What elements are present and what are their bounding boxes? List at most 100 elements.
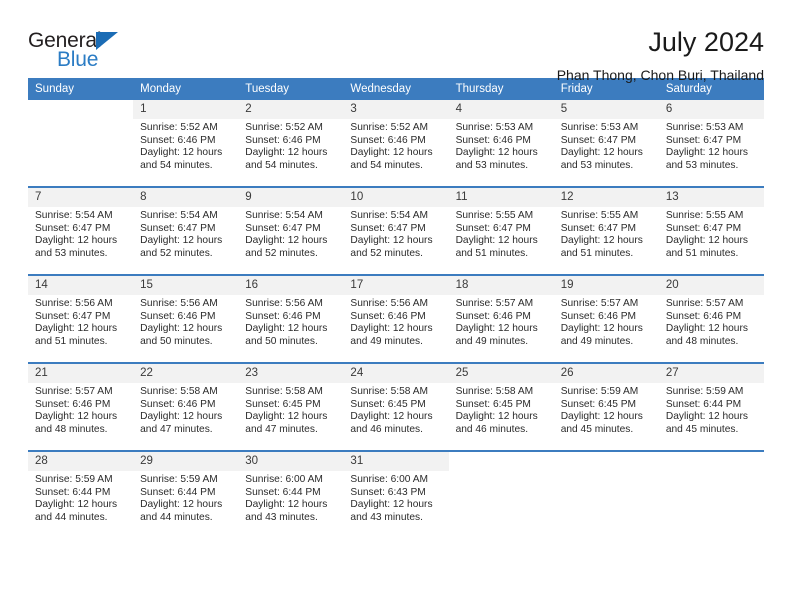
day-number: 4	[448, 100, 554, 119]
calendar-day-cell[interactable]: 3 Sunrise: 5:52 AM Sunset: 6:46 PM Daylight…	[343, 100, 449, 186]
day-number: 26	[553, 364, 659, 383]
sunrise-text: Sunrise: 6:00 AM	[245, 474, 323, 485]
day-number: 9	[238, 188, 344, 207]
calendar-empty-cell	[28, 100, 134, 186]
calendar-day-cell[interactable]: 11 Sunrise: 5:55 AM Sunset: 6:47 PM Dayligh…	[448, 188, 554, 274]
calendar-day-cell[interactable]: 8 Sunrise: 5:54 AM Sunset: 6:47 PM Daylight…	[133, 188, 239, 274]
daylight-text: Daylight: 12 hours and 53 minutes.	[455, 147, 538, 171]
day-details	[554, 471, 659, 538]
calendar-day-cell[interactable]: 5 Sunrise: 5:53 AM Sunset: 6:47 PM Daylight…	[553, 100, 659, 186]
day-number: 23	[238, 364, 344, 383]
calendar-day-cell[interactable]: 21 Sunrise: 5:57 AM Sunset: 6:46 PM Dayligh…	[28, 364, 134, 450]
daylight-text: Daylight: 12 hours and 49 minutes.	[455, 323, 538, 347]
day-number: 2	[238, 100, 344, 119]
sunset-text: Sunset: 6:46 PM	[140, 398, 216, 410]
calendar-day-cell[interactable]: 26 Sunrise: 5:59 AM Sunset: 6:45 PM Dayligh…	[553, 364, 659, 450]
day-details: Sunrise: 6:00 AM Sunset: 6:44 PM Daylight:…	[238, 471, 343, 538]
calendar-day-cell[interactable]: 27 Sunrise: 5:59 AM Sunset: 6:44 PM Dayligh…	[658, 364, 764, 450]
daylight-text: Daylight: 12 hours and 48 minutes.	[665, 323, 748, 347]
sunset-text: Sunset: 6:47 PM	[560, 222, 637, 234]
sunset-text: Sunset: 6:44 PM	[665, 398, 742, 410]
day-details: Sunrise: 6:00 AM Sunset: 6:43 PM Daylight:…	[343, 471, 448, 538]
daylight-text: Daylight: 12 hours and 52 minutes.	[245, 235, 328, 259]
day-details: Sunrise: 5:54 AM Sunset: 6:47 PM Daylight:…	[238, 207, 343, 274]
sunset-text: Sunset: 6:44 PM	[245, 486, 321, 498]
day-number: 1	[133, 100, 239, 119]
day-number: 15	[133, 276, 239, 295]
sunset-text: Sunset: 6:46 PM	[455, 134, 531, 146]
calendar-day-cell[interactable]: 17 Sunrise: 5:56 AM Sunset: 6:46 PM Dayligh…	[343, 276, 449, 362]
sunrise-text: Sunrise: 5:56 AM	[35, 298, 113, 309]
day-number: 16	[238, 276, 344, 295]
sunset-text: Sunset: 6:46 PM	[350, 134, 426, 146]
day-number: 18	[448, 276, 554, 295]
calendar-day-cell[interactable]: 30 Sunrise: 6:00 AM Sunset: 6:44 PM Dayligh…	[238, 452, 344, 538]
calendar-day-cell[interactable]: 2 Sunrise: 5:52 AM Sunset: 6:46 PM Daylight…	[238, 100, 344, 186]
sunrise-text: Sunrise: 5:54 AM	[35, 210, 113, 221]
daylight-text: Daylight: 12 hours and 52 minutes.	[350, 235, 433, 259]
sunrise-text: Sunrise: 5:56 AM	[245, 298, 323, 309]
calendar-day-cell[interactable]: 19 Sunrise: 5:57 AM Sunset: 6:46 PM Dayligh…	[553, 276, 659, 362]
day-number	[658, 452, 764, 471]
sunset-text: Sunset: 6:46 PM	[350, 310, 426, 322]
day-number: 25	[448, 364, 554, 383]
day-number: 3	[343, 100, 449, 119]
calendar-week-row: 7 Sunrise: 5:54 AM Sunset: 6:47 PM Daylight…	[28, 188, 764, 274]
sunrise-text: Sunrise: 5:57 AM	[35, 386, 113, 397]
calendar-day-cell[interactable]: 12 Sunrise: 5:55 AM Sunset: 6:47 PM Dayligh…	[553, 188, 659, 274]
daylight-text: Daylight: 12 hours and 53 minutes.	[665, 147, 748, 171]
calendar-day-cell[interactable]: 7 Sunrise: 5:54 AM Sunset: 6:47 PM Daylight…	[28, 188, 134, 274]
day-number: 20	[658, 276, 764, 295]
calendar-day-cell[interactable]: 28 Sunrise: 5:59 AM Sunset: 6:44 PM Dayligh…	[28, 452, 134, 538]
daylight-text: Daylight: 12 hours and 52 minutes.	[140, 235, 223, 259]
day-details: Sunrise: 5:52 AM Sunset: 6:46 PM Daylight:…	[343, 119, 448, 186]
day-details: Sunrise: 5:54 AM Sunset: 6:47 PM Daylight:…	[343, 207, 448, 274]
day-number: 31	[343, 452, 449, 471]
calendar-day-cell[interactable]: 29 Sunrise: 5:59 AM Sunset: 6:44 PM Dayligh…	[133, 452, 239, 538]
day-details: Sunrise: 5:54 AM Sunset: 6:47 PM Daylight:…	[28, 207, 133, 274]
calendar-body: 1 Sunrise: 5:52 AM Sunset: 6:46 PM Daylight…	[28, 100, 764, 538]
day-details: Sunrise: 5:53 AM Sunset: 6:46 PM Daylight:…	[449, 119, 554, 186]
calendar-day-cell[interactable]: 10 Sunrise: 5:54 AM Sunset: 6:47 PM Dayligh…	[343, 188, 449, 274]
calendar-day-cell[interactable]: 25 Sunrise: 5:58 AM Sunset: 6:45 PM Dayligh…	[448, 364, 554, 450]
sunset-text: Sunset: 6:46 PM	[140, 310, 216, 322]
calendar-day-cell[interactable]: 4 Sunrise: 5:53 AM Sunset: 6:46 PM Daylight…	[448, 100, 554, 186]
sunrise-text: Sunrise: 5:58 AM	[350, 386, 429, 397]
sunrise-text: Sunrise: 6:00 AM	[350, 474, 429, 485]
calendar-day-cell[interactable]: 14 Sunrise: 5:56 AM Sunset: 6:47 PM Dayligh…	[28, 276, 134, 362]
calendar-day-cell[interactable]: 9 Sunrise: 5:54 AM Sunset: 6:47 PM Daylight…	[238, 188, 344, 274]
sunrise-text: Sunrise: 5:53 AM	[560, 122, 639, 133]
day-number	[553, 452, 659, 471]
sunrise-text: Sunrise: 5:52 AM	[140, 122, 218, 133]
day-details: Sunrise: 5:56 AM Sunset: 6:46 PM Daylight:…	[133, 295, 238, 362]
calendar-day-cell[interactable]: 20 Sunrise: 5:57 AM Sunset: 6:46 PM Dayligh…	[658, 276, 764, 362]
day-details: Sunrise: 5:55 AM Sunset: 6:47 PM Daylight:…	[449, 207, 554, 274]
location-subtitle: Phan Thong, Chon Buri, Thailand	[556, 67, 764, 84]
daylight-text: Daylight: 12 hours and 43 minutes.	[245, 499, 328, 523]
calendar-day-cell[interactable]: 15 Sunrise: 5:56 AM Sunset: 6:46 PM Dayligh…	[133, 276, 239, 362]
calendar-day-cell[interactable]: 31 Sunrise: 6:00 AM Sunset: 6:43 PM Dayligh…	[343, 452, 449, 538]
sunset-text: Sunset: 6:46 PM	[455, 310, 531, 322]
day-number: 11	[448, 188, 554, 207]
day-details: Sunrise: 5:58 AM Sunset: 6:45 PM Daylight:…	[449, 383, 554, 450]
calendar-day-cell[interactable]: 16 Sunrise: 5:56 AM Sunset: 6:46 PM Dayligh…	[238, 276, 344, 362]
day-details: Sunrise: 5:55 AM Sunset: 6:47 PM Daylight:…	[554, 207, 659, 274]
calendar-day-cell[interactable]: 1 Sunrise: 5:52 AM Sunset: 6:46 PM Daylight…	[133, 100, 239, 186]
day-number: 7	[28, 188, 134, 207]
day-details: Sunrise: 5:58 AM Sunset: 6:46 PM Daylight:…	[133, 383, 238, 450]
calendar-day-cell[interactable]: 13 Sunrise: 5:55 AM Sunset: 6:47 PM Dayligh…	[658, 188, 764, 274]
calendar-day-cell[interactable]: 22 Sunrise: 5:58 AM Sunset: 6:46 PM Dayligh…	[133, 364, 239, 450]
day-details: Sunrise: 5:59 AM Sunset: 6:44 PM Daylight:…	[133, 471, 238, 538]
daylight-text: Daylight: 12 hours and 44 minutes.	[35, 499, 118, 523]
calendar-day-cell[interactable]: 23 Sunrise: 5:58 AM Sunset: 6:45 PM Dayligh…	[238, 364, 344, 450]
calendar-day-cell[interactable]: 24 Sunrise: 5:58 AM Sunset: 6:45 PM Dayligh…	[343, 364, 449, 450]
daylight-text: Daylight: 12 hours and 44 minutes.	[140, 499, 223, 523]
day-number: 17	[343, 276, 449, 295]
calendar-day-cell[interactable]: 18 Sunrise: 5:57 AM Sunset: 6:46 PM Dayligh…	[448, 276, 554, 362]
day-details: Sunrise: 5:56 AM Sunset: 6:46 PM Daylight:…	[238, 295, 343, 362]
day-number: 27	[658, 364, 764, 383]
sunset-text: Sunset: 6:46 PM	[245, 134, 321, 146]
sunrise-text: Sunrise: 5:58 AM	[455, 386, 534, 397]
calendar-day-cell[interactable]: 6 Sunrise: 5:53 AM Sunset: 6:47 PM Daylight…	[658, 100, 764, 186]
sunrise-text: Sunrise: 5:56 AM	[140, 298, 218, 309]
